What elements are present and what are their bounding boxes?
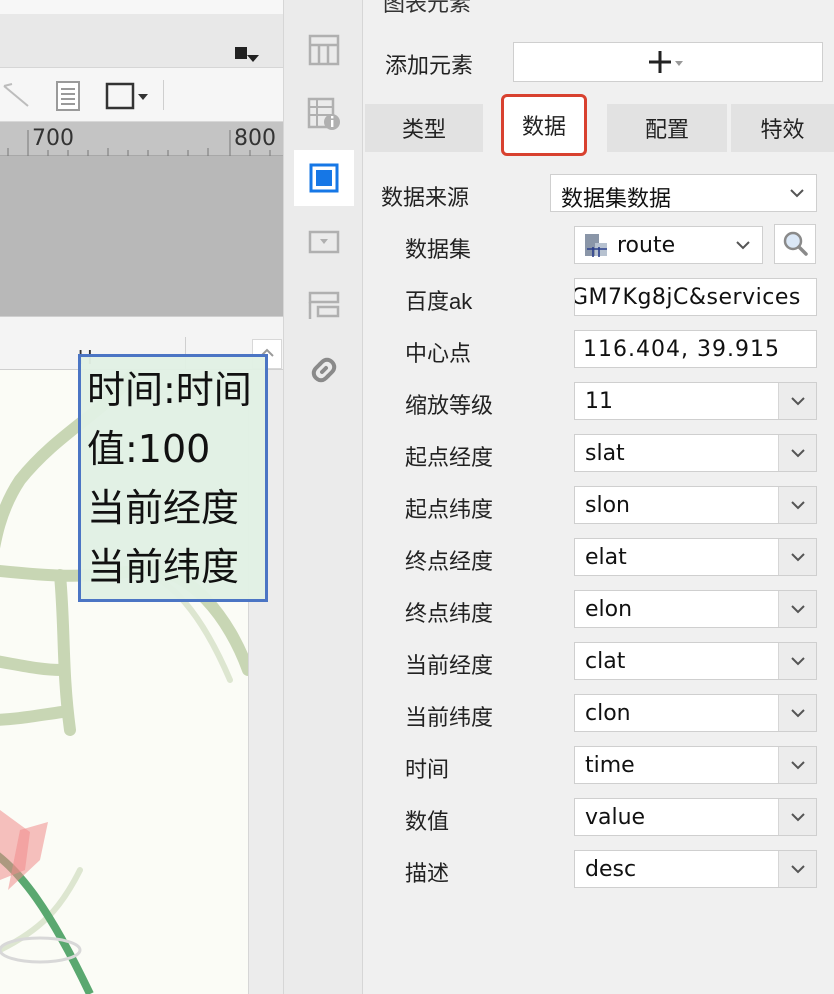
dropdown-widget-icon[interactable] bbox=[294, 214, 354, 270]
plus-dropdown-icon bbox=[649, 51, 683, 73]
field-value: elat bbox=[585, 545, 627, 570]
field-value: slon bbox=[585, 493, 630, 518]
field-label: 终点经度 bbox=[405, 549, 494, 574]
field-value: time bbox=[585, 753, 635, 778]
field-value: desc bbox=[585, 857, 637, 882]
start-longitude-select[interactable]: slat bbox=[574, 434, 817, 472]
dataset-icon bbox=[579, 231, 609, 264]
data-source-value: 数据集数据 bbox=[561, 187, 672, 212]
current-longitude-select[interactable]: clat bbox=[574, 642, 817, 680]
dataset-label: 数据集 bbox=[405, 237, 472, 262]
baidu-ak-value: GM7Kg8jC&services bbox=[574, 285, 801, 310]
field-label: 起点经度 bbox=[405, 445, 494, 470]
chevron-down-icon bbox=[778, 695, 816, 731]
center-point-label: 中心点 bbox=[405, 341, 472, 366]
editor-top-strip bbox=[0, 0, 283, 14]
chart-frame-icon[interactable] bbox=[294, 150, 354, 206]
field-label: 终点纬度 bbox=[405, 601, 494, 626]
end-longitude-select[interactable]: elat bbox=[574, 538, 817, 576]
chevron-down-icon bbox=[724, 227, 762, 263]
tab-type[interactable]: 类型 bbox=[365, 104, 483, 152]
horizontal-ruler: 700 800 bbox=[0, 122, 283, 156]
hyperlink-icon[interactable] bbox=[294, 342, 354, 398]
panel-tabs: 类型 数据 配置 特效 bbox=[363, 94, 834, 156]
center-point-input[interactable]: 116.404, 39.915 bbox=[574, 330, 817, 368]
end-latitude-select[interactable]: elon bbox=[574, 590, 817, 628]
field-label: 描述 bbox=[405, 861, 450, 886]
chevron-down-icon bbox=[778, 435, 816, 471]
tab-config[interactable]: 配置 bbox=[607, 104, 727, 152]
chevron-down-icon bbox=[778, 383, 816, 419]
field-label: 时间 bbox=[405, 757, 450, 782]
description-select[interactable]: desc bbox=[574, 850, 817, 888]
field-value: value bbox=[585, 805, 646, 830]
ruler-mark: 800 bbox=[234, 126, 276, 151]
chevron-down-icon bbox=[778, 591, 816, 627]
field-value: elon bbox=[585, 597, 633, 622]
dataset-search-button[interactable] bbox=[774, 224, 816, 264]
toolbar-divider bbox=[163, 80, 164, 110]
field-label: 缩放等级 bbox=[405, 393, 494, 418]
tooltip-line: 当前经度 bbox=[87, 486, 240, 530]
chevron-down-icon bbox=[778, 643, 816, 679]
field-value: clon bbox=[585, 701, 631, 726]
form-widget-icon[interactable] bbox=[294, 278, 354, 334]
line-tool-icon[interactable] bbox=[0, 80, 34, 112]
panel-title-fragment: 图表元素 bbox=[383, 0, 472, 16]
canvas-background bbox=[0, 156, 283, 316]
field-value: 11 bbox=[585, 389, 613, 414]
chevron-down-icon bbox=[778, 175, 816, 211]
tooltip-line: 值:100 bbox=[87, 427, 211, 471]
zoom-level-select[interactable]: 11 bbox=[574, 382, 817, 420]
report-layout-icon[interactable] bbox=[294, 22, 354, 78]
baidu-ak-input[interactable]: GM7Kg8jC&services bbox=[574, 278, 817, 316]
tab-data[interactable]: 数据 bbox=[501, 94, 587, 156]
map-tooltip: 时间:时间 值:100 当前经度 当前纬度 bbox=[78, 354, 268, 602]
data-source-select[interactable]: 数据集数据 bbox=[550, 174, 817, 212]
current-latitude-select[interactable]: clon bbox=[574, 694, 817, 732]
add-element-label: 添加元素 bbox=[385, 53, 474, 78]
field-value: clat bbox=[585, 649, 626, 674]
tab-effects[interactable]: 特效 bbox=[731, 104, 834, 152]
field-label: 当前经度 bbox=[405, 653, 494, 678]
dataset-select[interactable]: route bbox=[574, 226, 763, 264]
editor-area: 700 800 H bbox=[0, 0, 283, 994]
ruler-mark: 700 bbox=[32, 126, 74, 151]
window-menu-icon[interactable] bbox=[232, 44, 262, 68]
property-panel: 图表元素 添加元素 类型 数据 配置 特效 数据来源 数据集数据 数据集 rou… bbox=[363, 0, 834, 994]
dataset-value: route bbox=[617, 233, 676, 258]
editor-toolbar bbox=[0, 68, 283, 122]
field-label: 数值 bbox=[405, 809, 450, 834]
frame-select-icon[interactable] bbox=[104, 80, 150, 112]
add-element-button[interactable] bbox=[513, 42, 823, 82]
tooltip-line: 当前纬度 bbox=[87, 545, 240, 589]
baidu-ak-label: 百度ak bbox=[405, 289, 473, 314]
tooltip-line: 时间:时间 bbox=[87, 368, 252, 412]
search-icon bbox=[783, 231, 808, 256]
chevron-down-icon bbox=[778, 539, 816, 575]
chevron-down-icon bbox=[778, 799, 816, 835]
editor-title-bar bbox=[0, 14, 283, 68]
cell-info-icon[interactable] bbox=[294, 86, 354, 142]
center-point-value: 116.404, 39.915 bbox=[583, 337, 780, 362]
time-select[interactable]: time bbox=[574, 746, 817, 784]
data-source-label: 数据来源 bbox=[381, 185, 470, 210]
value-select[interactable]: value bbox=[574, 798, 817, 836]
start-latitude-select[interactable]: slon bbox=[574, 486, 817, 524]
field-value: slat bbox=[585, 441, 625, 466]
chevron-down-icon bbox=[778, 487, 816, 523]
chevron-down-icon bbox=[778, 747, 816, 783]
chevron-down-icon bbox=[778, 851, 816, 887]
field-label: 起点纬度 bbox=[405, 497, 494, 522]
document-icon[interactable] bbox=[54, 80, 82, 112]
field-label: 当前纬度 bbox=[405, 705, 494, 730]
property-category-bar bbox=[283, 0, 363, 994]
